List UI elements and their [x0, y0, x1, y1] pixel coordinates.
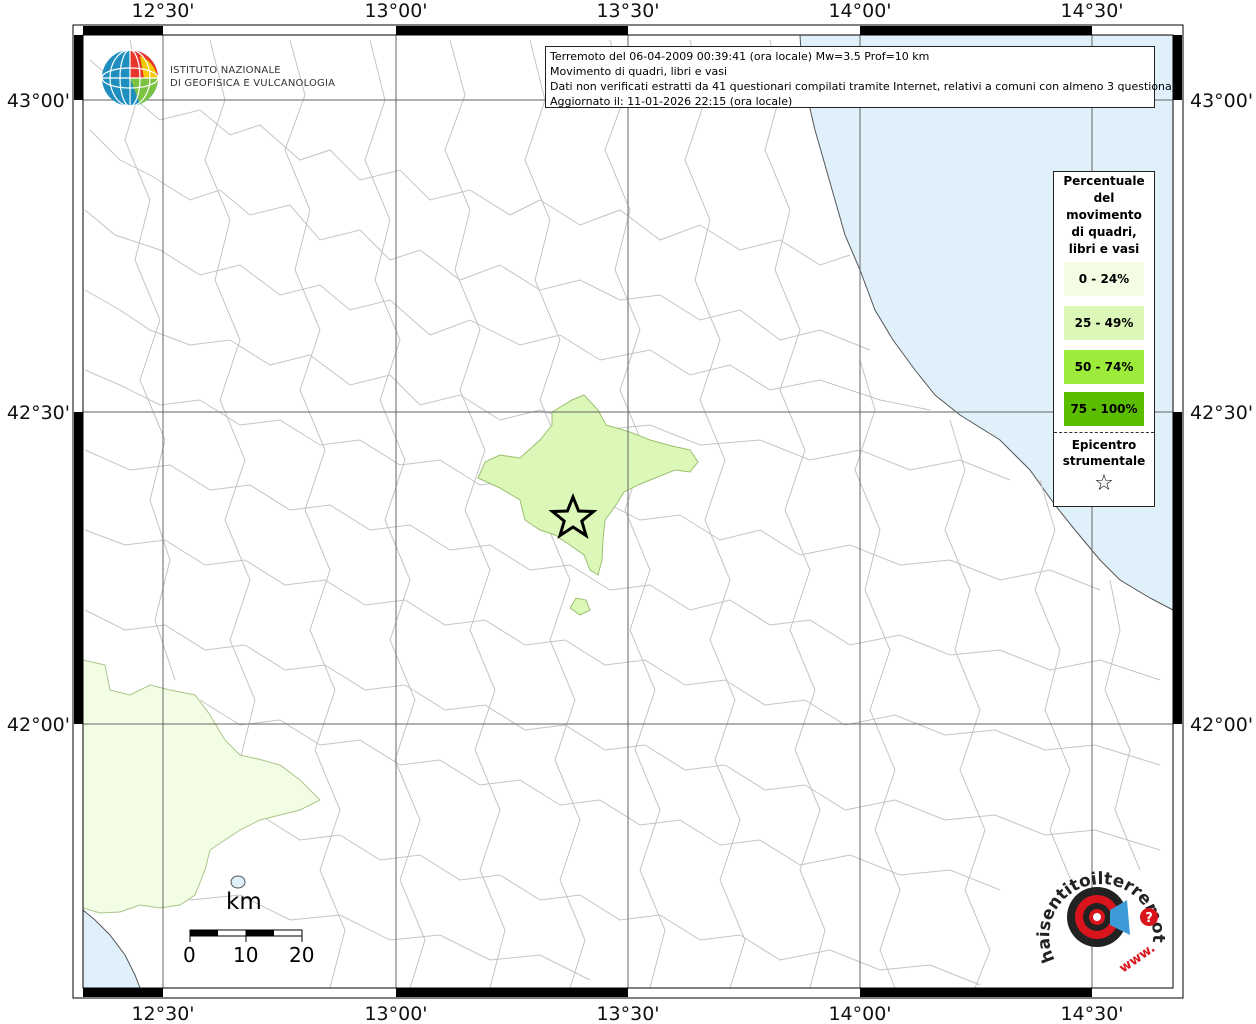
haisentito-badge: haisentitoilterremoto.it ? www. — [1029, 840, 1170, 990]
legend-class-3: 50 - 74% — [1064, 350, 1144, 384]
y-tick-left-1: 43°00' — [7, 90, 70, 112]
legend-class-4: 75 - 100% — [1064, 392, 1144, 426]
x-tick-top-3: 13°30' — [596, 0, 659, 22]
legend-star-icon: ☆ — [1094, 471, 1114, 496]
updated-line: Aggiornato il: 11-01-2026 22:15 (ora loc… — [550, 95, 793, 108]
ingv-name: ISTITUTO NAZIONALE DI GEOFISICA E VULCAN… — [170, 64, 335, 90]
y-tick-right-2: 42°30' — [1190, 402, 1253, 424]
legend-title-line: libri e vasi — [1068, 242, 1140, 256]
y-tick-right-3: 42°00' — [1190, 714, 1253, 736]
legend-class-1: 0 - 24% — [1064, 262, 1144, 296]
legend-epicenter-label: Epicentro strumentale — [1054, 437, 1154, 469]
scale-unit: km — [226, 889, 262, 915]
legend-title-line: movimento — [1066, 208, 1142, 222]
legend-title-line: Percentuale — [1063, 174, 1145, 188]
legend-title-line: di quadri, — [1071, 225, 1137, 239]
badge-question-icon: ? — [1145, 911, 1153, 926]
badge-www: www. — [1117, 941, 1158, 976]
x-tick-top-2: 13°00' — [364, 0, 427, 22]
ingv-name-line2: DI GEOFISICA E VULCANOLOGIA — [170, 78, 336, 89]
y-tick-left-3: 42°00' — [7, 714, 70, 736]
x-tick-bottom-5: 14°30' — [1060, 1003, 1123, 1024]
legend-class-2: 25 - 49% — [1064, 306, 1144, 340]
x-tick-bottom-3: 13°30' — [596, 1003, 659, 1024]
scale-label-20: 20 — [289, 943, 315, 967]
x-tick-bottom-4: 14°00' — [828, 1003, 891, 1024]
data-note-line: Dati non verificati estratti da 41 quest… — [550, 80, 1183, 93]
x-tick-bottom-1: 12°30' — [131, 1003, 194, 1024]
x-tick-top-5: 14°30' — [1060, 0, 1123, 22]
legend-divider — [1054, 432, 1154, 433]
y-tick-right-1: 43°00' — [1190, 90, 1253, 112]
legend-epicenter-line: strumentale — [1062, 454, 1146, 468]
x-tick-top-1: 12°30' — [131, 0, 194, 22]
legend-title-line: del — [1093, 191, 1115, 205]
scale-label-0: 0 — [183, 943, 196, 967]
event-info-box: Terremoto del 06-04-2009 00:39:41 (ora l… — [545, 46, 1183, 108]
x-tick-bottom-2: 13°00' — [364, 1003, 427, 1024]
x-tick-top-4: 14°00' — [828, 0, 891, 22]
event-line: Terremoto del 06-04-2009 00:39:41 (ora l… — [550, 50, 930, 63]
scale-label-10: 10 — [233, 943, 259, 967]
effect-line: Movimento di quadri, libri e vasi — [550, 65, 728, 78]
legend-epicenter-line: Epicentro — [1071, 438, 1137, 452]
legend-title: Percentuale del movimento di quadri, lib… — [1054, 172, 1154, 258]
globe-icon — [101, 49, 159, 107]
legend: Percentuale del movimento di quadri, lib… — [1053, 171, 1155, 507]
ingv-name-line1: ISTITUTO NAZIONALE — [170, 65, 281, 76]
y-tick-left-2: 42°30' — [7, 402, 70, 424]
